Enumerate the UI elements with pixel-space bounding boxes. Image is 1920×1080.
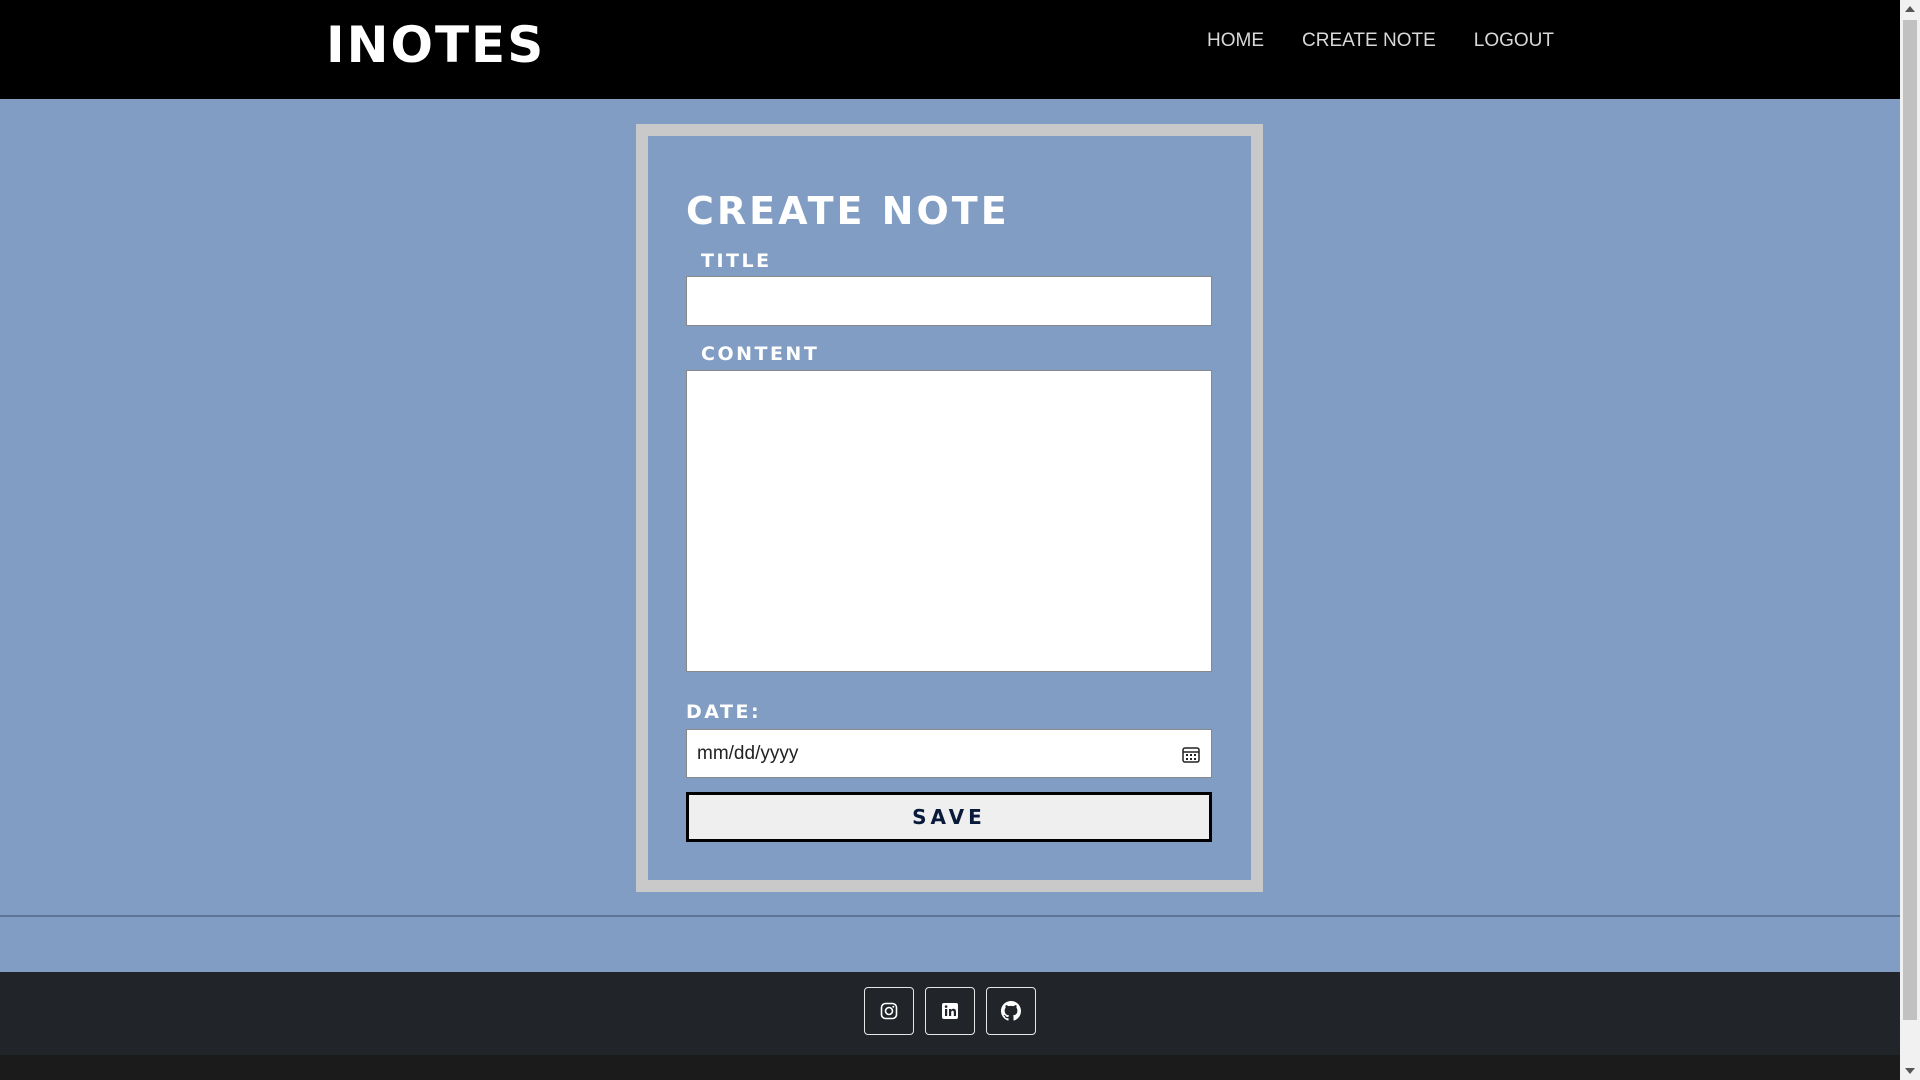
scroll-down-icon[interactable]	[1905, 1068, 1915, 1074]
instagram-icon	[880, 1002, 898, 1020]
nav-create-note-link[interactable]: CREATE NOTE	[1302, 30, 1436, 52]
date-placeholder: mm/dd/yyyy	[697, 742, 799, 764]
nav-logout-link[interactable]: LOGOUT	[1474, 30, 1554, 52]
github-button[interactable]	[986, 987, 1036, 1035]
calendar-icon[interactable]	[1181, 744, 1201, 764]
scroll-up-icon[interactable]	[1905, 6, 1915, 12]
nav-home-link[interactable]: HOME	[1207, 30, 1264, 52]
form-heading: CREATE NOTE	[686, 189, 1010, 233]
date-input[interactable]: mm/dd/yyyy	[686, 729, 1212, 778]
navbar: INOTES HOME CREATE NOTE LOGOUT	[0, 0, 1900, 99]
github-icon	[1001, 1001, 1021, 1021]
create-note-form: CREATE NOTE TITLE CONTENT DATE: mm/dd/yy…	[648, 136, 1251, 880]
brand-logo[interactable]: INOTES	[326, 16, 545, 74]
page: INOTES HOME CREATE NOTE LOGOUT CREATE NO…	[0, 0, 1900, 1080]
date-label: DATE:	[686, 701, 762, 723]
save-button[interactable]: SAVE	[686, 792, 1212, 842]
social-links	[864, 987, 1036, 1035]
nav-links: HOME CREATE NOTE LOGOUT	[1207, 30, 1554, 52]
scroll-thumb[interactable]	[1903, 20, 1917, 1020]
create-note-card: CREATE NOTE TITLE CONTENT DATE: mm/dd/yy…	[636, 124, 1263, 892]
footer	[0, 972, 1900, 1055]
content-textarea[interactable]	[686, 370, 1212, 672]
instagram-button[interactable]	[864, 987, 914, 1035]
title-label: TITLE	[701, 250, 772, 272]
vertical-scrollbar[interactable]	[1900, 0, 1920, 1080]
linkedin-icon	[942, 1003, 958, 1019]
divider	[0, 915, 1900, 917]
content-label: CONTENT	[701, 343, 820, 365]
bottom-strip	[0, 1055, 1900, 1080]
title-input[interactable]	[686, 276, 1212, 326]
linkedin-button[interactable]	[925, 987, 975, 1035]
